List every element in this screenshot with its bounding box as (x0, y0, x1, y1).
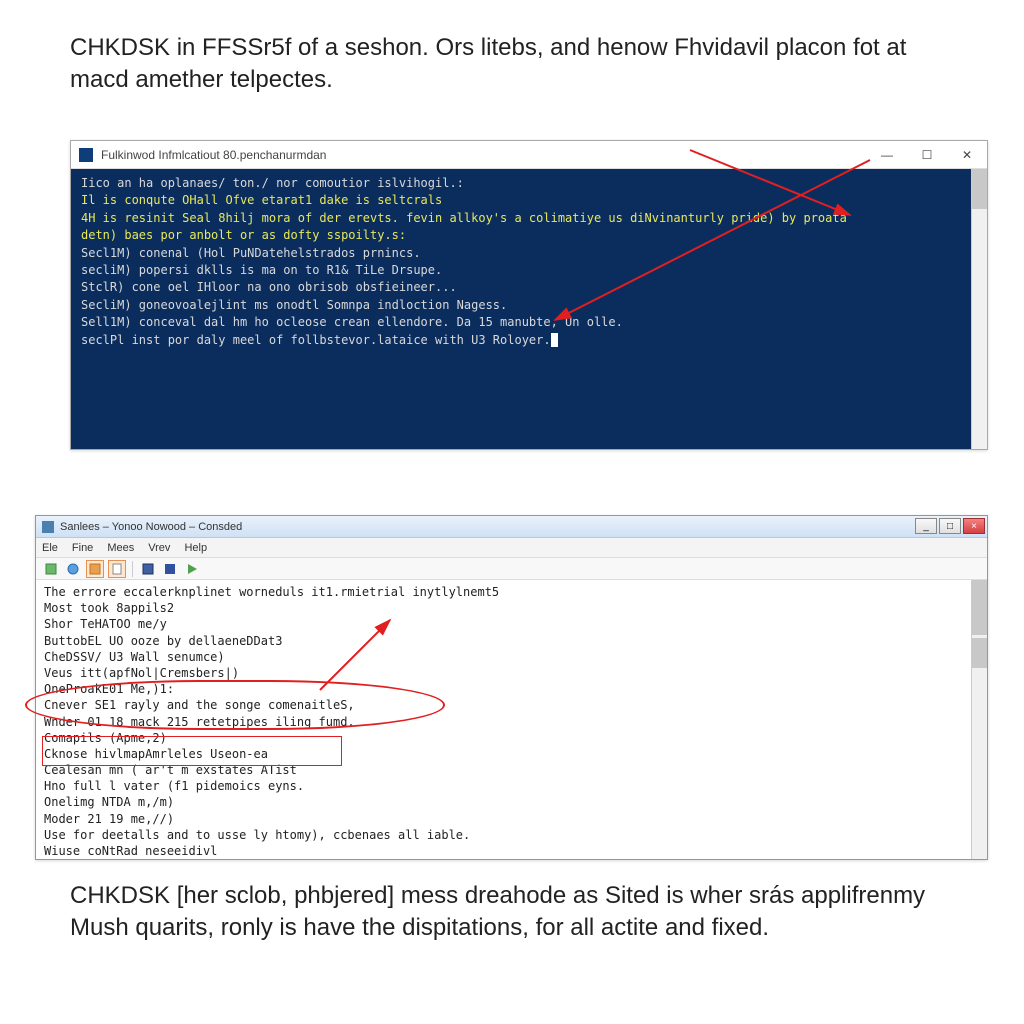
editor-maximize-button[interactable]: □ (939, 518, 961, 534)
toolbar-open-icon[interactable] (64, 560, 82, 578)
editor-line: ButtobEL UO ooze by dellaeneDDat3 (44, 633, 979, 649)
terminal-scrollbar[interactable] (971, 169, 987, 449)
toolbar-copy-icon[interactable] (108, 560, 126, 578)
toolbar-run-icon[interactable] (183, 560, 201, 578)
editor-line: Most took 8appils2 (44, 600, 979, 616)
scrollbar-thumb[interactable] (972, 638, 987, 668)
terminal-line: seclPl inst por daly meel of follbstevor… (81, 332, 977, 349)
editor-line: Cealesan mn ( ar't m exstates ATist (44, 762, 979, 778)
editor-titlebar[interactable]: Sanlees – Yonoo Nowood – Consded _ □ × (36, 516, 987, 538)
terminal-line: detn) baes por anbolt or as dofty sspoil… (81, 227, 977, 244)
editor-line: Wnder 01 18 mack 215 retetpipes iling fu… (44, 714, 979, 730)
toolbar-find-icon[interactable] (161, 560, 179, 578)
terminal-body[interactable]: Iico an ha oplanaes/ ton./ nor comoutior… (71, 169, 987, 449)
toolbar-separator (132, 561, 133, 577)
editor-line: Hno full l vater (f1 pidemoics eyns. (44, 778, 979, 794)
toolbar-paste-icon[interactable] (139, 560, 157, 578)
editor-line: Cnever SE1 rayly and the songe comenaitl… (44, 697, 979, 713)
editor-body[interactable]: The errore eccalerknplinet worneduls it1… (36, 580, 987, 859)
editor-line: Veus itt(apfNol|Cremsbers|) (44, 665, 979, 681)
menu-view[interactable]: Vrev (148, 542, 170, 554)
terminal-line: SecliM) goneovoalejlint ms onodtl Somnpa… (81, 297, 977, 314)
terminal-title: Fulkinwod Infmlcatiout 80.penchanurmdan (101, 148, 326, 162)
menu-file[interactable]: Ele (42, 542, 58, 554)
editor-title: Sanlees – Yonoo Nowood – Consded (60, 521, 242, 533)
editor-scrollbar[interactable] (971, 580, 987, 859)
toolbar-save-icon[interactable] (86, 560, 104, 578)
editor-line: Wiuse coNtRad neseeidivl (44, 843, 979, 859)
editor-line: Comapils (Apme,2) (44, 730, 979, 746)
terminal-line: 4H is resinit Seal 8hilj mora of der ere… (81, 210, 977, 227)
editor-close-button[interactable]: × (963, 518, 985, 534)
scrollbar-thumb[interactable] (972, 169, 987, 209)
terminal-line: secliM) popersi dklls is ma on to R1& Ti… (81, 262, 977, 279)
terminal-line: Iico an ha oplanaes/ ton./ nor comoutior… (81, 175, 977, 192)
page-bottom-text: CHKDSK [her sclob, phbjered] mess dreaho… (70, 880, 950, 945)
editor-line: Use for deetalls and to usse ly htomy), … (44, 827, 979, 843)
terminal-window: Fulkinwod Infmlcatiout 80.penchanurmdan … (70, 140, 988, 450)
terminal-cursor (551, 333, 558, 347)
terminal-line: StclR) cone oel IHloor na ono obrisob ob… (81, 279, 977, 296)
editor-minimize-button[interactable]: _ (915, 518, 937, 534)
terminal-titlebar[interactable]: Fulkinwod Infmlcatiout 80.penchanurmdan … (71, 141, 987, 169)
editor-app-icon (42, 521, 54, 533)
editor-line: The errore eccalerknplinet worneduls it1… (44, 584, 979, 600)
page-heading: CHKDSK in FFSSr5f of a seshon. Ors liteb… (70, 32, 950, 97)
editor-window: Sanlees – Yonoo Nowood – Consded _ □ × E… (35, 515, 988, 860)
editor-toolbar (36, 558, 987, 580)
editor-line: Cknose hivlmapAmrleles Useon-ea (44, 746, 979, 762)
menu-mees[interactable]: Mees (107, 542, 134, 554)
terminal-line: Secl1M) conenal (Hol PuNDatehelstrados p… (81, 245, 977, 262)
toolbar-new-icon[interactable] (42, 560, 60, 578)
terminal-line: Il is conqute OHall Ofve etarat1 dake is… (81, 192, 977, 209)
editor-line: CheDSSV/ U3 Wall senumce) (44, 649, 979, 665)
minimize-button[interactable]: — (867, 141, 907, 168)
editor-line: Moder 21 19 me,//) (44, 811, 979, 827)
editor-line: OneProakE01 Me,)1: (44, 681, 979, 697)
editor-line: Shor TeHATOO me/y (44, 616, 979, 632)
menu-help[interactable]: Help (184, 542, 207, 554)
terminal-line: Sell1M) conceval dal hm ho ocleose crean… (81, 314, 977, 331)
close-button[interactable]: ✕ (947, 141, 987, 168)
maximize-button[interactable]: ☐ (907, 141, 947, 168)
editor-line: Onelimg NTDA m,/m) (44, 794, 979, 810)
terminal-icon (79, 148, 93, 162)
menu-fine[interactable]: Fine (72, 542, 93, 554)
editor-menubar: Ele Fine Mees Vrev Help (36, 538, 987, 558)
scrollbar-thumb[interactable] (972, 580, 987, 635)
